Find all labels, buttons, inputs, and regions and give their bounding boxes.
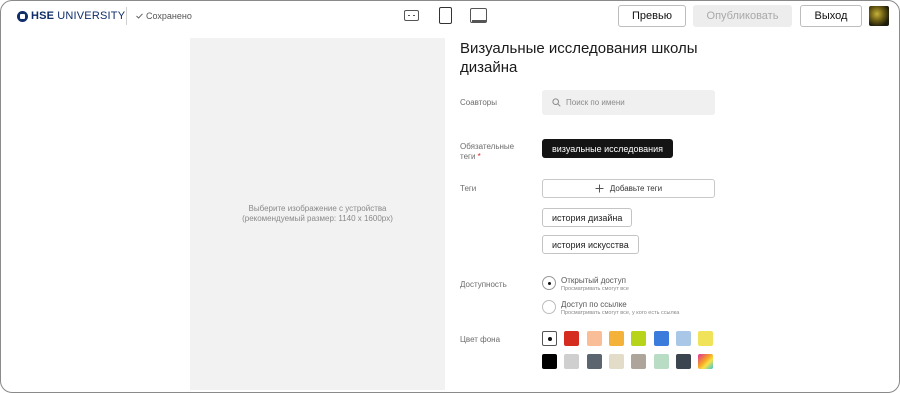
- hse-logo-icon: [17, 10, 28, 22]
- plus-icon: [595, 184, 604, 193]
- open-access-subtitle: Просматривать смогут все: [561, 286, 629, 292]
- coauthors-search[interactable]: [542, 90, 715, 115]
- hse-logo[interactable]: HSE UNIVERSITY: [17, 10, 125, 22]
- link-access-title: Доступ по ссылке: [561, 300, 627, 309]
- save-status: Сохранено: [136, 11, 192, 21]
- color-swatch[interactable]: [631, 354, 647, 369]
- required-asterisk: *: [477, 152, 481, 161]
- image-hint-line-2: (рекомендуемый размер: 1140 x 1600px): [242, 214, 393, 223]
- open-access-radio[interactable]: [542, 276, 556, 290]
- add-tags-label: Добавьте теги: [609, 184, 663, 193]
- image-upload-hint: Выберите изображение с устройства (реком…: [190, 204, 445, 224]
- color-swatch[interactable]: [675, 354, 691, 369]
- tags-label: Теги: [460, 184, 477, 193]
- desktop-view-icon[interactable]: [404, 10, 419, 21]
- avatar[interactable]: [869, 6, 889, 26]
- logo-text-light: UNIVERSITY: [57, 10, 126, 22]
- header-divider: [126, 7, 127, 25]
- logo-text-strong: HSE: [31, 10, 55, 22]
- image-upload-area[interactable]: Выберите изображение с устройства (реком…: [190, 38, 445, 390]
- color-swatch[interactable]: [542, 354, 557, 369]
- color-swatch[interactable]: [653, 354, 669, 369]
- color-swatch[interactable]: [698, 331, 714, 346]
- tablet-view-icon[interactable]: [439, 7, 452, 24]
- required-tag-chip[interactable]: визуальные исследования: [542, 139, 674, 158]
- app-window: HSE UNIVERSITY Сохранено Превью Опублико…: [0, 0, 900, 393]
- link-access-radio[interactable]: [542, 300, 556, 314]
- color-swatch-gradient[interactable]: [698, 354, 714, 369]
- access-option-link[interactable]: Доступ по ссылке Просматривать смогут вс…: [542, 300, 679, 317]
- color-swatch[interactable]: [564, 354, 580, 369]
- search-input[interactable]: [566, 98, 706, 107]
- link-access-subtitle: Просматривать смогут все, у кого есть сс…: [561, 310, 680, 316]
- save-status-label: Сохранено: [146, 11, 192, 21]
- access-option-open[interactable]: Открытый доступ Просматривать смогут все: [542, 276, 629, 293]
- color-swatch[interactable]: [586, 354, 602, 369]
- color-swatch[interactable]: [564, 331, 580, 346]
- search-icon: [552, 98, 561, 107]
- color-swatch[interactable]: [586, 331, 602, 346]
- open-access-title: Открытый доступ: [561, 276, 626, 285]
- required-tags-label-text: Обязательные теги: [460, 142, 515, 161]
- color-swatch[interactable]: [608, 354, 624, 369]
- color-swatch[interactable]: [608, 331, 624, 346]
- coauthors-label: Соавторы: [460, 98, 497, 107]
- required-tags-label: Обязательные теги *: [460, 142, 530, 162]
- color-swatch[interactable]: [653, 331, 669, 346]
- bg-color-label: Цвет фона: [460, 335, 501, 344]
- exit-button[interactable]: Выход: [800, 5, 862, 27]
- tag-chip[interactable]: история искусства: [542, 235, 639, 254]
- landscape-view-icon[interactable]: [470, 8, 487, 23]
- tag-chip[interactable]: история дизайна: [542, 208, 633, 227]
- top-bar: HSE UNIVERSITY Сохранено Превью Опублико…: [1, 1, 899, 31]
- image-hint-line-1: Выберите изображение с устройства: [248, 204, 387, 213]
- add-tags-button[interactable]: Добавьте теги: [542, 179, 715, 198]
- checkmark-icon: [136, 13, 143, 19]
- color-swatch-selected[interactable]: [542, 331, 557, 346]
- preview-button[interactable]: Превью: [618, 5, 686, 27]
- color-swatch[interactable]: [631, 331, 647, 346]
- publish-button[interactable]: Опубликовать: [693, 5, 792, 27]
- access-label: Доступность: [460, 280, 507, 289]
- color-swatch[interactable]: [675, 331, 691, 346]
- page-title[interactable]: Визуальные исследования школы дизайна: [460, 39, 720, 77]
